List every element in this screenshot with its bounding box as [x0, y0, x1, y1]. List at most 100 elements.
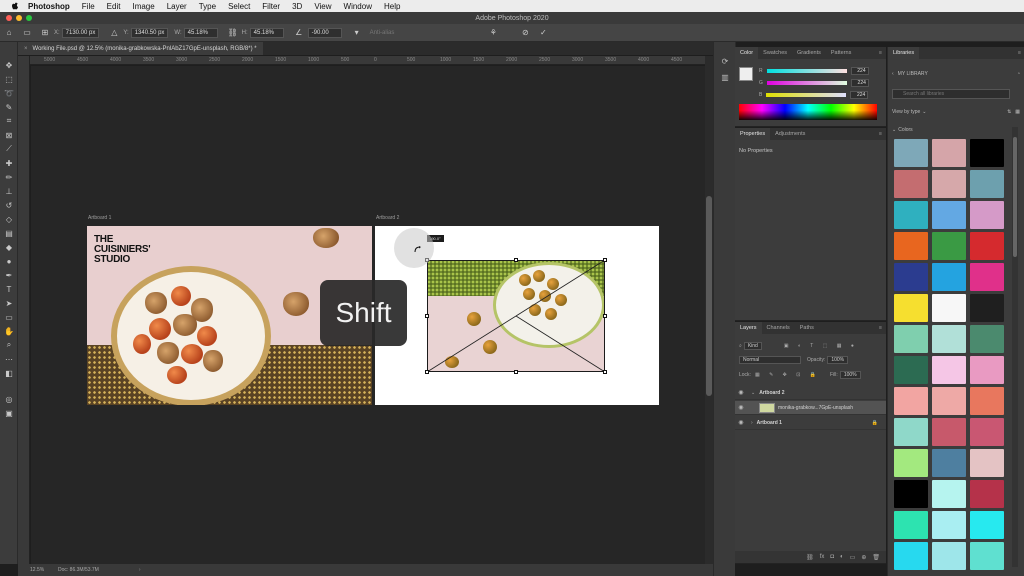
home-icon[interactable]: ⌂ — [4, 28, 14, 38]
color-swatch[interactable] — [970, 356, 1004, 384]
library-search-input[interactable]: Search all libraries — [892, 89, 1010, 99]
layer-filter-icons[interactable]: ▣ ◐ T ⬚ ▦ ● — [784, 343, 858, 349]
commit-transform-icon[interactable]: ✓ — [538, 28, 548, 38]
tab-paths[interactable]: Paths — [795, 322, 819, 334]
angle-input[interactable]: -90.00 — [307, 27, 342, 38]
menu-edit[interactable]: Edit — [107, 2, 121, 11]
delete-layer-icon[interactable]: 🗑 — [872, 554, 880, 561]
fill-input[interactable]: 100% — [839, 371, 861, 379]
interpolation-dropdown-icon[interactable]: ▾ — [352, 28, 362, 38]
eyedropper-tool-icon[interactable]: ⟋ — [4, 144, 14, 154]
history-panel-icon[interactable]: ⟳ — [720, 56, 730, 66]
close-document-icon[interactable]: × — [24, 46, 28, 52]
horizontal-ruler[interactable]: 5000 4500 4000 3500 3000 2500 2000 1500 … — [30, 56, 705, 65]
menu-select[interactable]: Select — [228, 2, 250, 11]
warp-mode-icon[interactable]: ⚘ — [488, 28, 498, 38]
type-tool-icon[interactable]: T — [4, 284, 14, 294]
view-by-dropdown[interactable]: View by type — [892, 109, 920, 115]
menu-window[interactable]: Window — [344, 2, 372, 11]
healing-brush-tool-icon[interactable]: ✚ — [4, 158, 14, 168]
new-layer-icon[interactable]: ⊕ — [861, 554, 866, 561]
zoom-tool-icon[interactable]: ⌕ — [4, 340, 14, 350]
more-tools-icon[interactable]: ⋯ — [4, 354, 14, 364]
color-swatch[interactable] — [894, 325, 928, 353]
reference-point-icon[interactable]: ⊞ — [40, 28, 50, 38]
panel-menu-icon[interactable]: ≡ — [879, 325, 882, 331]
gradient-tool-icon[interactable]: ▤ — [4, 228, 14, 238]
chevron-down-icon[interactable]: ⌄ — [892, 127, 896, 133]
crop-tool-icon[interactable]: ⌗ — [4, 116, 14, 126]
color-swatch[interactable] — [932, 542, 966, 570]
visibility-eye-icon[interactable]: ◉ — [735, 389, 747, 396]
layer-row-artboard-1[interactable]: ◉ › Artboard 1 🔒 — [735, 416, 886, 430]
panel-menu-icon[interactable]: ≡ — [1018, 50, 1021, 56]
visibility-eye-icon[interactable]: ◉ — [735, 404, 747, 411]
minimize-window-button[interactable] — [16, 15, 22, 21]
panel-menu-icon[interactable]: ≡ — [879, 131, 882, 137]
green-slider[interactable] — [766, 81, 847, 85]
color-swatch[interactable] — [894, 418, 928, 446]
link-layers-icon[interactable]: ⛓ — [806, 554, 814, 561]
color-swatch[interactable] — [932, 201, 966, 229]
menu-help[interactable]: Help — [384, 2, 400, 11]
color-swatch[interactable] — [894, 232, 928, 260]
document-tab[interactable]: × Working File.psd @ 12.5% (monika-grabk… — [18, 42, 263, 55]
color-swatch[interactable] — [970, 542, 1004, 570]
cancel-transform-icon[interactable]: ⊘ — [520, 28, 530, 38]
transform-bounding-box[interactable] — [427, 260, 605, 372]
path-selection-tool-icon[interactable]: ➤ — [4, 298, 14, 308]
adjustment-layer-icon[interactable]: ◐ — [840, 554, 844, 560]
tab-adjustments[interactable]: Adjustments — [770, 128, 810, 140]
zoom-level[interactable]: 12.5% — [18, 567, 58, 573]
collaborators-icon[interactable]: ◔ — [1017, 71, 1020, 77]
libraries-scrollbar[interactable] — [1012, 127, 1018, 567]
color-swatch[interactable] — [894, 387, 928, 415]
artboard-1-label[interactable]: Artboard 1 — [88, 215, 111, 221]
color-swatch[interactable] — [932, 480, 966, 508]
tab-libraries[interactable]: Libraries — [888, 47, 920, 59]
color-swatch[interactable] — [932, 418, 966, 446]
layer-filter-kind[interactable]: Kind — [743, 342, 762, 350]
transform-handle-bottom-left[interactable] — [425, 370, 429, 374]
transform-handle-right[interactable] — [603, 314, 607, 318]
width-input[interactable]: 45.18% — [183, 27, 218, 38]
blend-mode-dropdown[interactable]: Normal — [739, 356, 801, 364]
marquee-tool-icon[interactable]: ⬚ — [4, 74, 14, 84]
sort-icon[interactable]: ⇅ — [1007, 109, 1011, 115]
transform-handle-top-right[interactable] — [603, 258, 607, 262]
green-value-input[interactable]: 224 — [850, 79, 869, 87]
collapse-chevron-icon[interactable]: › — [751, 420, 753, 426]
color-swatch[interactable] — [932, 170, 966, 198]
color-swatch[interactable] — [970, 170, 1004, 198]
status-menu-icon[interactable]: › — [139, 567, 141, 573]
foreground-background-color-icon[interactable]: ◧ — [4, 368, 14, 378]
tab-patterns[interactable]: Patterns — [826, 47, 856, 59]
color-swatch[interactable] — [970, 325, 1004, 353]
color-swatch[interactable] — [932, 139, 966, 167]
color-swatch[interactable] — [932, 449, 966, 477]
expand-chevron-icon[interactable]: ⌄ — [751, 390, 755, 396]
eraser-tool-icon[interactable]: ◇ — [4, 214, 14, 224]
quick-mask-icon[interactable]: ◎ — [4, 394, 14, 404]
pen-tool-icon[interactable]: ✒ — [4, 270, 14, 280]
menu-view[interactable]: View — [314, 2, 331, 11]
libraries-scrollbar-thumb[interactable] — [1013, 137, 1017, 257]
menu-file[interactable]: File — [82, 2, 95, 11]
color-swatch[interactable] — [970, 232, 1004, 260]
red-value-input[interactable]: 224 — [850, 67, 869, 75]
menu-app-photoshop[interactable]: Photoshop — [28, 2, 70, 11]
layer-style-icon[interactable]: fx — [820, 554, 825, 560]
tab-swatches[interactable]: Swatches — [758, 47, 792, 59]
x-input[interactable]: 7130.00 px — [61, 27, 100, 38]
tab-channels[interactable]: Channels — [762, 322, 795, 334]
visibility-eye-icon[interactable]: ◉ — [735, 419, 747, 426]
menu-image[interactable]: Image — [132, 2, 154, 11]
brush-tool-icon[interactable]: ✏ — [4, 172, 14, 182]
color-swatch[interactable] — [894, 480, 928, 508]
blue-value-input[interactable]: 224 — [850, 91, 869, 99]
add-mask-icon[interactable]: ◘ — [830, 554, 834, 560]
color-swatch[interactable] — [970, 480, 1004, 508]
foreground-color-swatch[interactable] — [739, 67, 753, 81]
color-swatch[interactable] — [932, 387, 966, 415]
canvas-area[interactable]: Artboard 1 Artboard 2 THE CUISINIERS' ST… — [31, 66, 705, 564]
